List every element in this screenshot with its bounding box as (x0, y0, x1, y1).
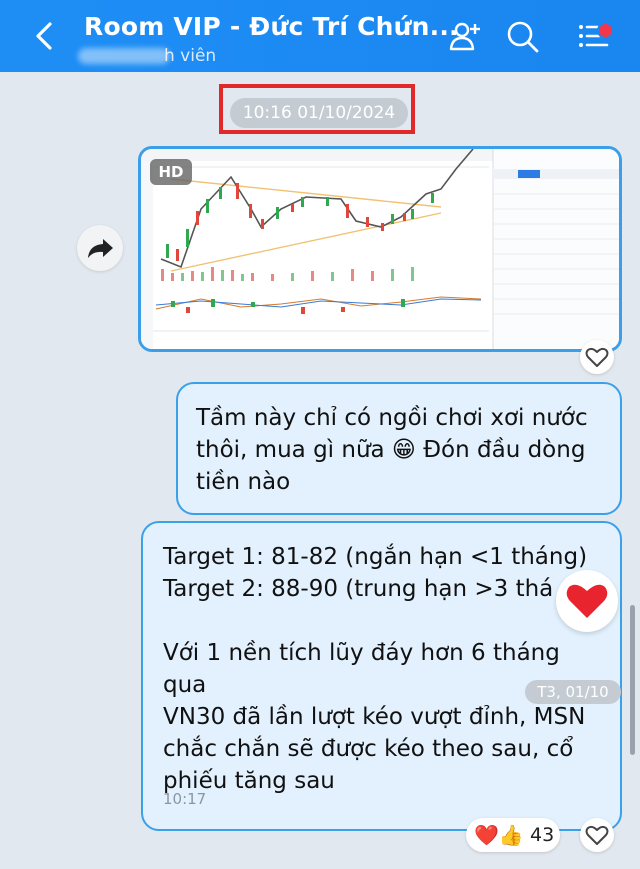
react-heart-button[interactable] (580, 818, 614, 852)
chart-image-message[interactable] (138, 146, 622, 352)
heart-filled-icon (566, 584, 608, 618)
message-line-target1: Target 1: 81-82 (ngắn hạn <1 tháng) (163, 544, 588, 570)
reaction-emojis: ❤️👍 (474, 823, 524, 847)
forward-button[interactable] (77, 225, 123, 271)
heart-reaction-button[interactable] (556, 570, 618, 632)
heart-outline-icon (585, 825, 609, 845)
message-bubble-1[interactable]: Tầm này chỉ có ngồi chơi xơi nước thôi, … (176, 382, 622, 515)
chat-title[interactable]: Room VIP - Đức Trí Chứn... (84, 12, 459, 41)
message-line: phiếu tăng sau (163, 768, 335, 794)
hd-badge: HD (150, 159, 192, 185)
blurred-text (78, 48, 170, 64)
scrollbar[interactable] (630, 605, 635, 755)
message-line: VN30 đã lần lượt kéo vượt đỉnh, MSN (163, 704, 586, 730)
member-count-label: h viên (164, 46, 217, 66)
message-line-target2: Target 2: 88-90 (trung hạn >3 thá (163, 576, 554, 602)
chat-subtitle: h viên (78, 46, 216, 66)
notification-dot (597, 22, 614, 39)
message-line: Với 1 nền tích lũy đáy hơn 6 tháng (163, 640, 560, 666)
message-time: 10:17 (163, 790, 207, 808)
date-pill: T3, 01/10 (525, 680, 621, 704)
reaction-summary[interactable]: ❤️👍 43 (466, 818, 560, 852)
add-member-icon[interactable] (447, 18, 483, 54)
highlight-box (219, 84, 415, 134)
message-bubble-2[interactable]: Target 1: 81-82 (ngắn hạn <1 tháng) Targ… (141, 521, 622, 831)
message-text: Tầm này chỉ có ngồi chơi xơi nước thôi, … (196, 405, 588, 495)
message-line: chắc chắn sẽ được kéo theo sau, cổ (163, 736, 574, 762)
react-heart-button[interactable] (580, 340, 614, 374)
reaction-count: 43 (530, 824, 555, 846)
search-icon[interactable] (504, 18, 540, 54)
share-arrow-icon (88, 239, 113, 258)
heart-outline-icon (585, 347, 609, 367)
back-arrow-icon[interactable] (30, 18, 60, 54)
stock-chart-image (141, 149, 619, 349)
chat-header: Room VIP - Đức Trí Chứn... h viên (0, 0, 640, 72)
